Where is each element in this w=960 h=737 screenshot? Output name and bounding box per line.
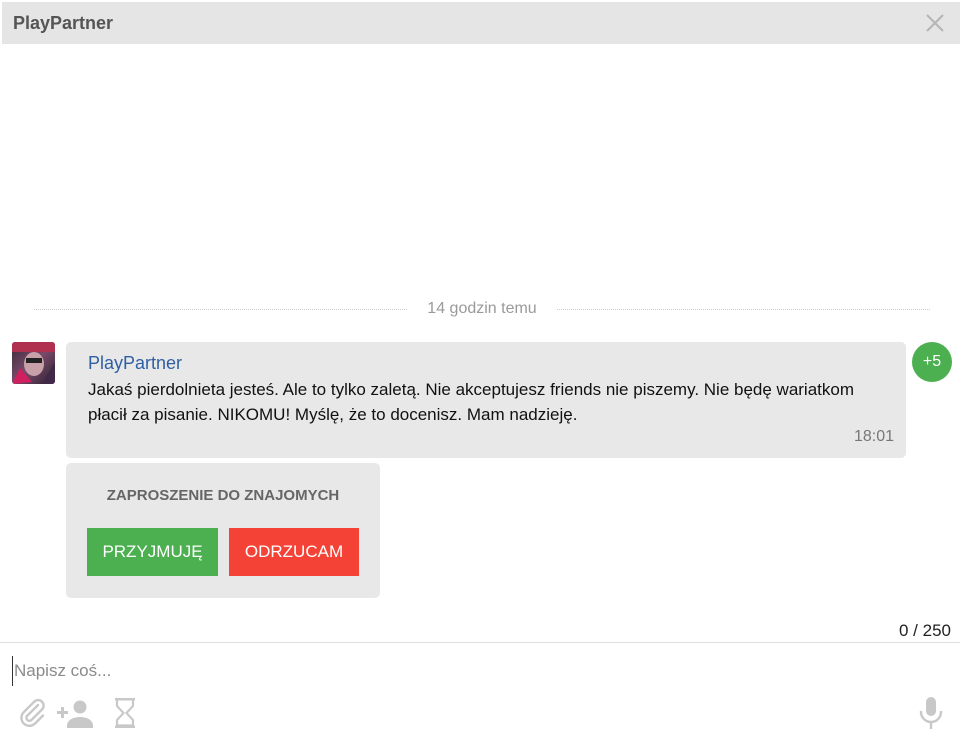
friend-invite-card: ZAPROSZENIE DO ZNAJOMYCH PRZYJMUJĘ ODRZU… (66, 463, 380, 598)
paperclip-icon[interactable] (18, 697, 46, 727)
chat-header: PlayPartner (2, 2, 960, 44)
add-friend-icon[interactable] (56, 700, 96, 728)
message-bubble: PlayPartner Jakaś pierdolnieta jesteś. A… (66, 342, 906, 458)
date-separator-label: 14 godzin temu (427, 300, 537, 317)
separator-line-left (34, 308, 408, 310)
friend-invite-title: ZAPROSZENIE DO ZNAJOMYCH (106, 487, 340, 504)
composer-divider (0, 642, 960, 643)
close-icon[interactable] (924, 12, 946, 34)
accept-invite-button[interactable]: PRZYJMUJĘ (87, 528, 218, 576)
message-time: 18:01 (853, 428, 894, 445)
microphone-icon[interactable] (918, 696, 944, 730)
chat-window: PlayPartner 14 godzin temu PlayPartner J… (0, 0, 960, 737)
avatar[interactable] (12, 342, 55, 384)
reject-invite-button[interactable]: ODRZUCAM (229, 528, 359, 576)
message-input[interactable] (12, 656, 912, 686)
character-counter: 0 / 250 (899, 621, 951, 640)
separator-line-right (556, 308, 930, 310)
points-badge: +5 (912, 342, 952, 382)
chat-title: PlayPartner (13, 12, 114, 33)
date-separator: 14 godzin temu (34, 298, 930, 320)
hourglass-icon[interactable] (113, 697, 137, 729)
message-text: Jakaś pierdolnieta jesteś. Ale to tylko … (88, 380, 855, 424)
message-sender[interactable]: PlayPartner (88, 352, 884, 374)
